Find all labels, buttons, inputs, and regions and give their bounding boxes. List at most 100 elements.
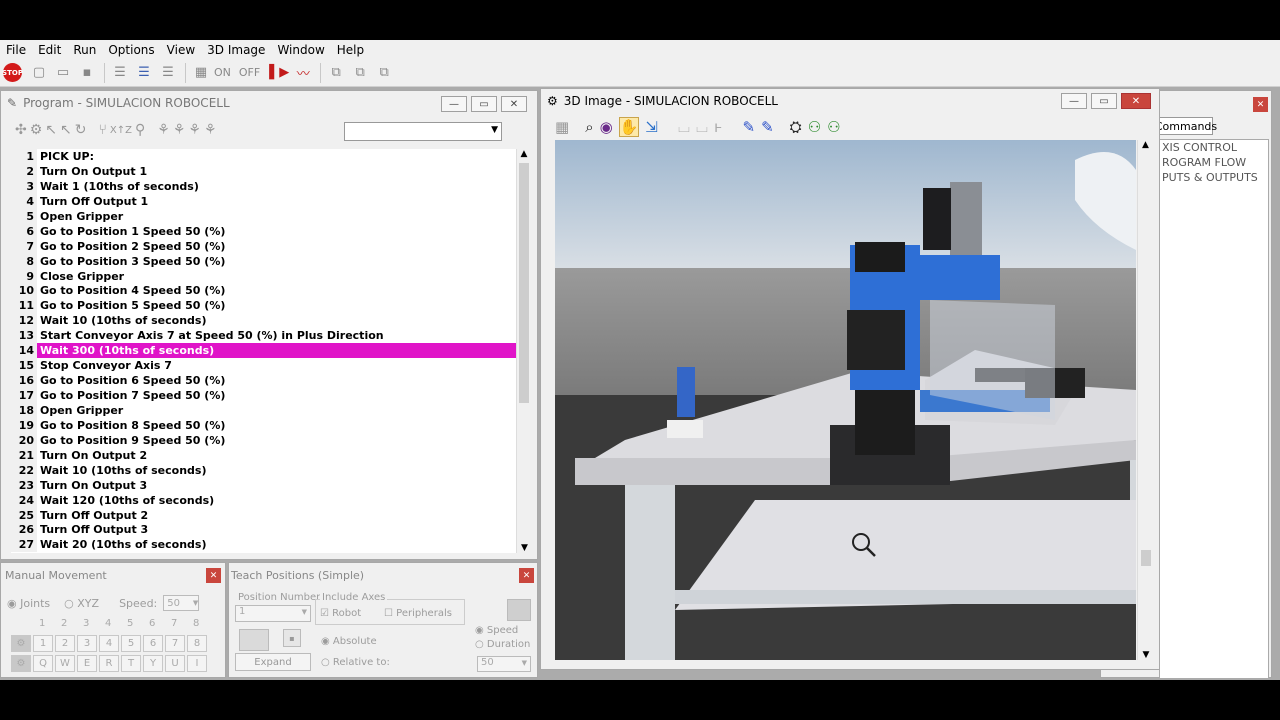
gripper-close-icon[interactable]: ⌴ [696, 118, 708, 136]
jog-key[interactable]: 4 [99, 635, 119, 652]
jog-key[interactable]: 8 [187, 635, 207, 652]
menu-3d-image[interactable]: 3D Image [201, 43, 271, 57]
maximize-button[interactable]: ▭ [471, 96, 497, 112]
duration-radio[interactable]: ○ Duration [475, 639, 530, 650]
graph-icon[interactable]: 〰 [292, 62, 314, 84]
program-line[interactable]: 25 Turn Off Output 2 [11, 507, 516, 523]
command-inputs-outputs[interactable]: PUTS & OUTPUTS [1162, 170, 1268, 185]
program-line[interactable]: 8 Go to Position 3 Speed 50 (%) [11, 253, 516, 269]
program-line[interactable]: 20 Go to Position 9 Speed 50 (%) [11, 432, 516, 448]
xyz-icon[interactable]: X↑Z [110, 125, 132, 136]
scroll-down-icon[interactable]: ▼ [1138, 650, 1154, 660]
minimize-button[interactable]: — [441, 96, 467, 112]
gripper-icon[interactable]: ⱶ [714, 118, 723, 136]
program-line[interactable]: 19 Go to Position 8 Speed 50 (%) [11, 417, 516, 433]
scroll-thumb[interactable] [519, 163, 529, 403]
jog-key[interactable]: I [187, 655, 207, 672]
jog-key[interactable]: 5 [121, 635, 141, 652]
people-b-icon[interactable]: ⚇ [827, 118, 840, 136]
grid-icon[interactable]: ▦ [190, 62, 212, 84]
absolute-radio[interactable]: ◉ Absolute [321, 636, 377, 647]
program-line[interactable]: 2 Turn On Output 1 [11, 163, 516, 179]
program-line[interactable]: 26 Turn Off Output 3 [11, 522, 516, 538]
menu-edit[interactable]: Edit [32, 43, 67, 57]
program-line[interactable]: 12 Wait 10 (10ths of seconds) [11, 313, 516, 329]
program-line[interactable]: 13 Start Conveyor Axis 7 at Speed 50 (%) … [11, 328, 516, 344]
zoom-icon[interactable]: ⌕ [585, 118, 593, 136]
program-line[interactable]: 23 Turn On Output 3 [11, 477, 516, 493]
joints-radio[interactable]: ◉ Joints [7, 597, 50, 610]
new-file-icon[interactable]: ▢ [28, 62, 50, 84]
speed-select[interactable]: 50 ▼ [163, 595, 200, 611]
jog-key[interactable]: 1 [33, 635, 53, 652]
teach-action-button[interactable] [507, 599, 531, 621]
teach-c-icon[interactable]: ⚘ [188, 122, 201, 138]
menu-help[interactable]: Help [331, 43, 370, 57]
goto-button[interactable]: ▪ [283, 629, 301, 647]
program-combo[interactable]: ▼ [344, 122, 502, 141]
people-a-icon[interactable]: ⚇ [808, 118, 821, 136]
speed-select[interactable]: 50 ▼ [477, 656, 531, 672]
program-line[interactable]: 18 Open Gripper [11, 402, 516, 418]
close-icon[interactable]: ✕ [519, 568, 534, 583]
robot-a-icon[interactable]: ⧉ [325, 62, 347, 84]
arm-icon[interactable]: ↖ [45, 122, 57, 138]
program-line[interactable]: 17 Go to Position 7 Speed 50 (%) [11, 388, 516, 403]
minimize-button[interactable]: — [1061, 93, 1087, 109]
close-icon[interactable]: ✕ [206, 568, 221, 583]
step-run-icon[interactable]: ▌▶ [268, 62, 290, 84]
jog-key[interactable]: 6 [143, 635, 163, 652]
viewport-scrollbar[interactable]: ▲ ▼ [1137, 140, 1153, 660]
robot-icon[interactable]: ⚙ [30, 122, 43, 138]
scroll-up-icon[interactable]: ▲ [517, 149, 531, 163]
program-line[interactable]: 10 Go to Position 4 Speed 50 (%) [11, 283, 516, 299]
pan-hand-icon[interactable]: ✋ [618, 117, 640, 137]
scroll-down-icon[interactable]: ▼ [517, 543, 532, 553]
program-line[interactable]: 27 Wait 20 (10ths of seconds) [11, 537, 516, 553]
export-icon[interactable]: ⇲ [645, 118, 658, 136]
program-line[interactable]: 4 Turn Off Output 1 [11, 193, 516, 209]
jog-key[interactable]: W [55, 655, 75, 672]
undo-icon[interactable]: ↻ [75, 122, 87, 138]
robot-c-icon[interactable]: ⧉ [373, 62, 395, 84]
program-line[interactable]: 11 Go to Position 5 Speed 50 (%) [11, 298, 516, 314]
branch-icon[interactable]: ⑂ [99, 122, 107, 138]
record-button[interactable] [239, 629, 269, 651]
open-folder-icon[interactable]: ▭ [52, 62, 74, 84]
position-number-select[interactable]: 1 ▼ [235, 605, 311, 622]
command-program-flow[interactable]: ROGRAM FLOW [1162, 155, 1268, 170]
close-button[interactable]: ✕ [1121, 93, 1151, 109]
gripper-icon[interactable]: ✣ [15, 122, 27, 138]
gripper-open-icon[interactable]: ⌴ [678, 118, 690, 136]
relative-radio[interactable]: ○ Relative to: [321, 657, 390, 668]
speed-radio[interactable]: ◉ Speed [475, 625, 518, 636]
command-axis-control[interactable]: XIS CONTROL [1162, 140, 1268, 155]
commands-tab[interactable]: Commands [1155, 117, 1217, 135]
teach-a-icon[interactable]: ⚘ [157, 122, 170, 138]
teach-b-icon[interactable]: ⚘ [173, 122, 186, 138]
jog-key[interactable]: 3 [77, 635, 97, 652]
program-line[interactable]: 9 Close Gripper [11, 268, 516, 284]
save-icon[interactable]: ▪ [76, 62, 98, 84]
robot-checkbox[interactable]: ☑ Robot [320, 608, 361, 619]
jog-key[interactable]: Q [33, 655, 53, 672]
jog-key[interactable]: T [121, 655, 141, 672]
menu-run[interactable]: Run [67, 43, 102, 57]
on-button[interactable]: ON [214, 66, 231, 79]
expand-button[interactable]: Expand [235, 653, 311, 671]
arm-move-icon[interactable]: ↖ [60, 122, 72, 138]
jog-key[interactable]: R [99, 655, 119, 672]
program-line[interactable]: 21 Turn On Output 2 [11, 447, 516, 463]
robot-b-icon[interactable]: ⧉ [349, 62, 371, 84]
camera-icon[interactable]: ▦ [555, 118, 569, 136]
menu-view[interactable]: View [161, 43, 201, 57]
program-line[interactable]: 16 Go to Position 6 Speed 50 (%) [11, 373, 516, 388]
maximize-button[interactable]: ▭ [1091, 93, 1117, 109]
teach-d-icon[interactable]: ⚘ [204, 122, 217, 138]
menu-window[interactable]: Window [271, 43, 330, 57]
3d-viewport[interactable] [555, 140, 1136, 660]
stop-button[interactable]: STOP [2, 63, 23, 82]
jog-key[interactable]: Y [143, 655, 163, 672]
scroll-up-icon[interactable]: ▲ [1138, 140, 1153, 154]
program-line[interactable]: 14 Wait 300 (10ths of seconds) [11, 343, 516, 359]
